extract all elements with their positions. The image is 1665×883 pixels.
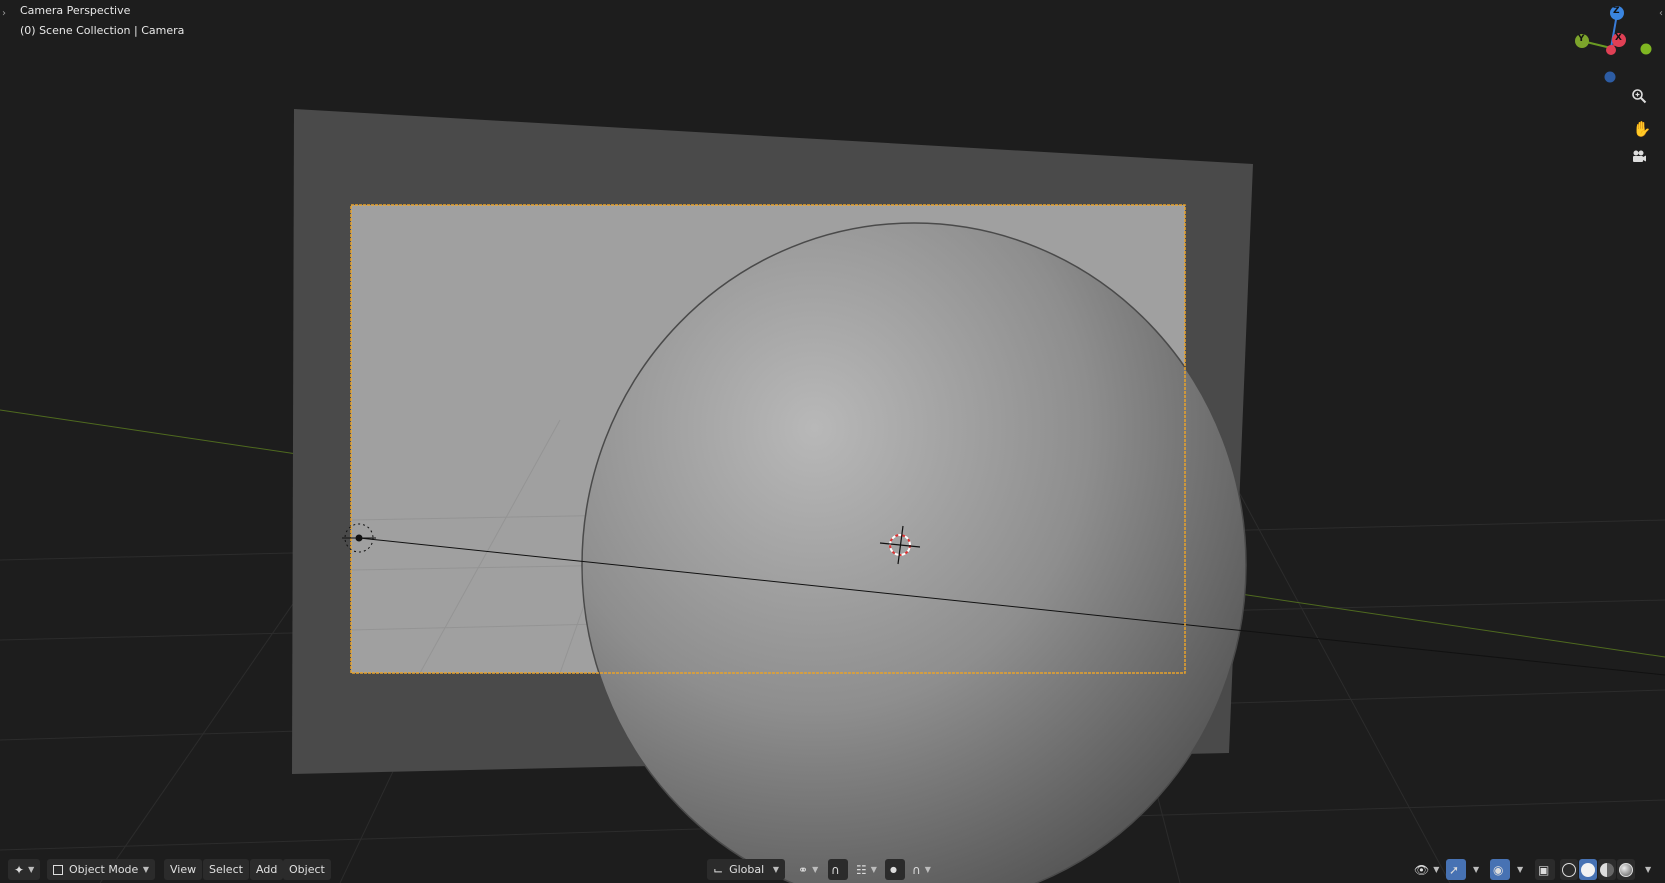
overlays-toggle[interactable]: ◉ — [1490, 859, 1510, 880]
snap-toggle[interactable]: ∩ — [828, 859, 848, 880]
chevron-down-icon: ▼ — [1473, 865, 1480, 874]
magnet-icon: ∩ — [831, 862, 840, 877]
solid-shading-icon — [1581, 862, 1595, 877]
object-mode-icon — [53, 864, 63, 875]
rendered-shading-icon — [1619, 862, 1633, 877]
chevron-down-icon: ▼ — [142, 865, 149, 874]
gizmo-x-label: X — [1615, 33, 1622, 43]
view-menu[interactable]: View — [164, 859, 203, 880]
xray-icon: ▣ — [1538, 862, 1550, 877]
navigation-gizmo[interactable] — [1575, 6, 1652, 83]
viewport-header: ✦ ▼ Object Mode ▼ View Select Add Object … — [0, 856, 1665, 883]
3d-viewport[interactable]: Z Y X Camera Perspective (0) Scene Colle… — [0, 0, 1665, 883]
overlays-icon: ◉ — [1493, 862, 1504, 877]
visibility-dropdown[interactable]: 👁 ▼ — [1408, 859, 1440, 880]
toolbar-expand-icon[interactable]: › — [2, 8, 6, 19]
overlays-dropdown[interactable]: ▼ — [1510, 859, 1526, 880]
gizmo-z-label: Z — [1613, 6, 1620, 16]
chevron-down-icon: ▼ — [1645, 865, 1652, 874]
chevron-down-icon: ▼ — [870, 865, 877, 874]
mode-label: Object Mode — [69, 863, 139, 876]
gizmo-dropdown[interactable]: ▼ — [1466, 859, 1482, 880]
proportional-editing-toggle[interactable]: ● — [885, 859, 905, 880]
select-menu[interactable]: Select — [203, 859, 249, 880]
zoom-icon[interactable] — [1631, 88, 1653, 110]
pivot-point-dropdown[interactable]: ⚭ ▼ — [792, 859, 822, 880]
gizmo-center — [1606, 45, 1616, 55]
add-menu[interactable]: Add — [250, 859, 284, 880]
chevron-down-icon: ▼ — [772, 865, 779, 874]
orientation-icon: ⌙ — [713, 862, 724, 877]
material-shading-button[interactable] — [1598, 859, 1616, 880]
pan-hand-icon[interactable]: ✋ — [1631, 118, 1653, 140]
falloff-curve-icon: ∩ — [912, 862, 921, 877]
chevron-down-icon: ▼ — [1517, 865, 1524, 874]
pivot-icon: ⚭ — [798, 862, 809, 877]
chevron-down-icon: ▼ — [812, 865, 819, 874]
gizmo-toggle[interactable]: ➚ — [1446, 859, 1466, 880]
sphere-mesh[interactable] — [581, 222, 1247, 883]
solid-shading-button[interactable] — [1579, 859, 1597, 880]
gizmo-icon: ➚ — [1449, 862, 1460, 877]
chevron-down-icon: ▼ — [28, 865, 35, 874]
viewport-subtitle: (0) Scene Collection | Camera — [20, 24, 185, 37]
editor-type-button[interactable]: ✦ ▼ — [8, 859, 40, 880]
wireframe-shading-button[interactable] — [1560, 859, 1578, 880]
chevron-down-icon: ▼ — [1433, 865, 1440, 874]
snap-target-dropdown[interactable]: ☷ ▼ — [850, 859, 880, 880]
eye-icon: 👁 — [1414, 862, 1430, 877]
wireframe-shading-icon — [1562, 862, 1576, 877]
xray-toggle[interactable]: ▣ — [1535, 859, 1555, 880]
viewport-scene — [0, 6, 1665, 883]
snap-increment-icon: ☷ — [856, 862, 867, 877]
rendered-shading-button[interactable] — [1617, 859, 1635, 880]
falloff-dropdown[interactable]: ∩ ▼ — [906, 859, 936, 880]
material-shading-icon — [1600, 862, 1614, 877]
camera-view-icon[interactable] — [1631, 149, 1653, 171]
mode-dropdown[interactable]: Object Mode ▼ — [47, 859, 155, 880]
viewport-icon: ✦ — [14, 862, 25, 877]
chevron-down-icon: ▼ — [924, 865, 931, 874]
viewport-title: Camera Perspective — [20, 4, 131, 17]
object-menu[interactable]: Object — [283, 859, 331, 880]
gizmo-neg-z — [1604, 71, 1616, 83]
gizmo-y-label: Y — [1578, 34, 1585, 44]
shading-dropdown[interactable]: ▼ — [1638, 859, 1656, 880]
sidebar-expand-icon[interactable]: ‹ — [1659, 8, 1663, 19]
gizmo-neg-x — [1640, 43, 1652, 55]
orientation-label: Global — [729, 863, 765, 876]
transform-orientation-dropdown[interactable]: ⌙ Global ▼ — [707, 859, 785, 880]
proportional-editing-icon: ● — [890, 865, 897, 874]
